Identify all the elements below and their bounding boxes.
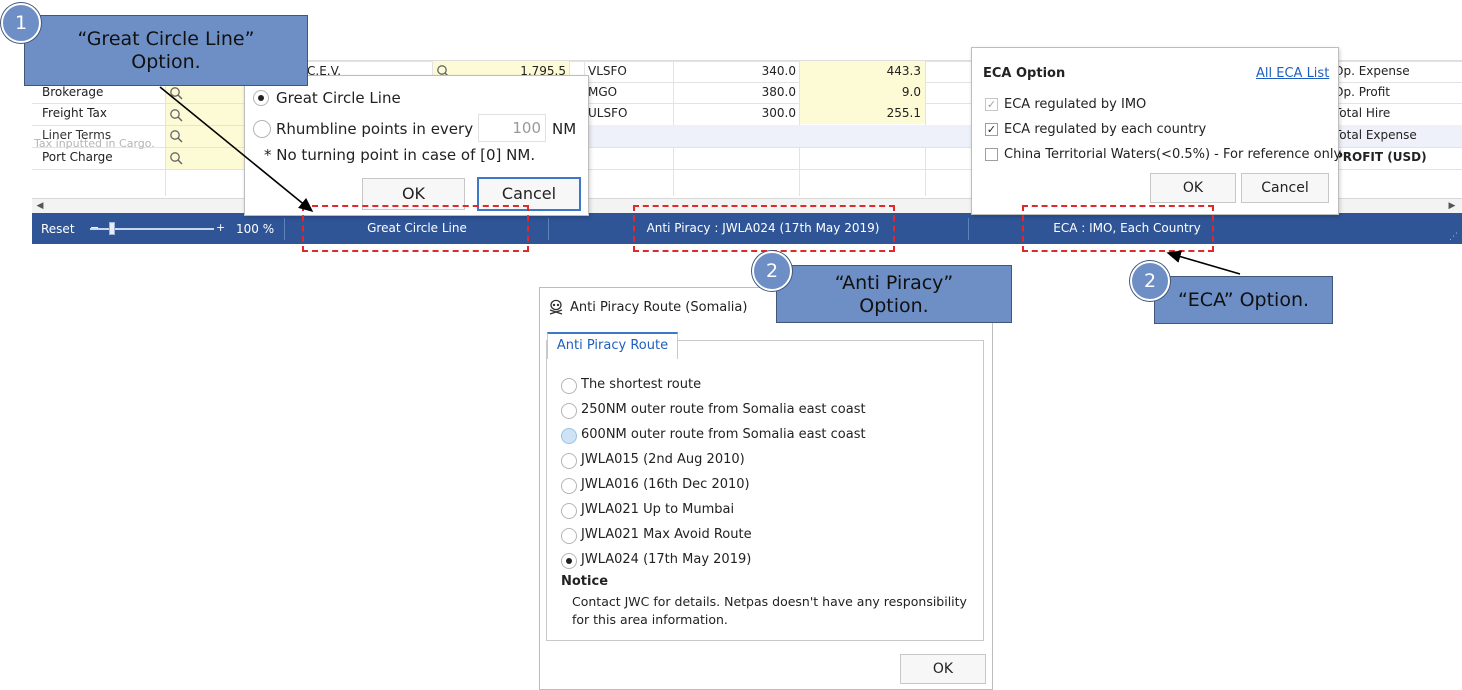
fuel-price: 340.0 (761, 64, 796, 78)
route-radio[interactable] (561, 503, 577, 519)
rhumbline-nm-input[interactable] (478, 114, 546, 142)
eca-imo-label: ECA regulated by IMO (1004, 97, 1147, 112)
scroll-left-icon[interactable]: ◀ (34, 200, 46, 212)
rhumbline-label: Rhumbline points in every (276, 120, 474, 138)
summary-label: Op. Expense (1334, 64, 1410, 78)
all-eca-list-link[interactable]: All ECA List (1256, 66, 1329, 81)
fuel-qty[interactable]: 255.1 (800, 103, 925, 124)
fuel-price: 380.0 (761, 85, 796, 99)
route-radio[interactable] (561, 403, 577, 419)
turning-point-note: * No turning point in case of [0] NM. (264, 146, 536, 164)
great-circle-dialog: Great Circle Line Rhumbline points in ev… (244, 75, 589, 216)
callout-badge-2: 2 (752, 251, 792, 291)
eca-dialog-title: ECA Option (983, 66, 1066, 81)
great-circle-highlight (302, 205, 529, 252)
eca-dialog: ECA Option All ECA List ✓ ECA regulated … (971, 47, 1342, 215)
eca-imo-checkbox[interactable]: ✓ (985, 98, 998, 111)
ok-button[interactable]: OK (1150, 173, 1236, 203)
summary-label: Total Expense (1334, 128, 1417, 142)
summary-label-profit: PROFIT (USD) (1334, 150, 1427, 164)
zoom-out-icon[interactable]: − (90, 222, 99, 234)
callout-anti-piracy-line1: “Anti Piracy” (834, 272, 954, 294)
route-option-label: The shortest route (581, 377, 702, 392)
search-icon[interactable] (169, 151, 183, 165)
great-circle-radio[interactable] (253, 90, 269, 106)
china-waters-checkbox[interactable] (985, 148, 998, 161)
route-radio[interactable] (561, 553, 577, 569)
anti-piracy-highlight (633, 205, 895, 252)
summary-label: Op. Profit (1334, 85, 1390, 99)
route-radio[interactable] (561, 428, 577, 444)
fuel-name: VLSFO (588, 64, 627, 78)
rhumbline-radio[interactable] (253, 120, 271, 138)
grid-label-freight-tax: Freight Tax (42, 106, 107, 120)
reset-button[interactable]: Reset (41, 222, 75, 236)
zoom-in-icon[interactable]: + (216, 222, 225, 234)
eca-highlight (1022, 205, 1214, 252)
notice-title: Notice (561, 574, 609, 589)
callout-great-circle-line1: “Great Circle Line” (77, 28, 255, 50)
route-option-label: 250NM outer route from Somalia east coas… (581, 402, 866, 417)
fuel-qty[interactable]: 443.3 (800, 61, 925, 82)
route-option-label: JWLA016 (16th Dec 2010) (581, 477, 750, 492)
route-radio[interactable] (561, 378, 577, 394)
eca-country-label: ECA regulated by each country (1004, 122, 1207, 137)
route-option-label: JWLA021 Max Avoid Route (581, 527, 752, 542)
notice-text-line2: for this area information. (572, 612, 728, 627)
callout-badge-2: 2 (1130, 261, 1170, 301)
route-option-label: 600NM outer route from Somalia east coas… (581, 427, 866, 442)
cancel-button[interactable]: Cancel (1241, 173, 1329, 203)
fuel-name: MGO (588, 85, 618, 99)
zoom-slider-thumb[interactable] (109, 222, 115, 235)
search-icon[interactable] (169, 86, 183, 100)
zoom-value: 100 % (236, 222, 275, 236)
tab-anti-piracy-route[interactable]: Anti Piracy Route (547, 332, 678, 359)
great-circle-label: Great Circle Line (276, 89, 401, 107)
search-icon[interactable] (169, 129, 183, 143)
notice-text-line1: Contact JWC for details. Netpas doesn't … (572, 594, 967, 609)
fuel-price: 300.0 (761, 106, 796, 120)
callout-anti-piracy: “Anti Piracy” Option. (776, 265, 1012, 323)
route-option-label: JWLA015 (2nd Aug 2010) (581, 452, 745, 467)
grid-label-port-charge: Port Charge (42, 150, 113, 164)
route-radio[interactable] (561, 453, 577, 469)
route-radio[interactable] (561, 478, 577, 494)
callout-arrow-eca (1166, 250, 1241, 275)
callout-anti-piracy-line2: Option. (859, 295, 929, 317)
scroll-right-icon[interactable]: ▶ (1446, 200, 1458, 212)
route-radio[interactable] (561, 528, 577, 544)
search-icon[interactable] (169, 108, 183, 122)
fuel-name: ULSFO (588, 106, 628, 120)
ok-button[interactable]: OK (900, 654, 986, 684)
callout-badge-1: 1 (1, 3, 41, 43)
callout-great-circle-line2: Option. (131, 51, 201, 73)
callout-great-circle: “Great Circle Line” Option. (24, 15, 308, 86)
skull-icon (549, 299, 563, 315)
anti-piracy-title: Anti Piracy Route (Somalia) (570, 300, 748, 315)
china-waters-label: China Territorial Waters(<0.5%) - For re… (1004, 147, 1342, 162)
eca-country-checkbox[interactable]: ✓ (985, 123, 998, 136)
fuel-qty[interactable]: 9.0 (800, 82, 925, 103)
route-option-label: JWLA024 (17th May 2019) (581, 552, 752, 567)
anti-piracy-dialog: Anti Piracy Route (Somalia) Anti Piracy … (539, 287, 993, 690)
callout-eca: “ECA” Option. (1154, 276, 1333, 324)
summary-label: Total Hire (1334, 106, 1391, 120)
resize-grip-icon[interactable]: ⋰ (1449, 232, 1458, 242)
rhumbline-unit: NM (552, 120, 577, 138)
route-option-label: JWLA021 Up to Mumbai (581, 502, 735, 517)
